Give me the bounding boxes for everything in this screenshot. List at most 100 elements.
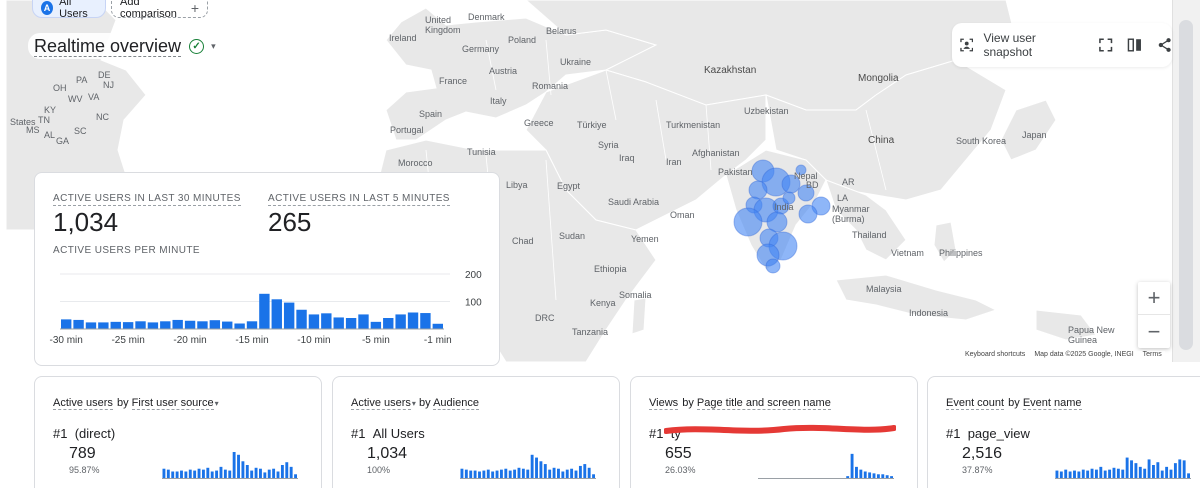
- dimension-caret-icon[interactable]: ▾: [215, 399, 219, 408]
- sparkline-bar: [1130, 460, 1133, 478]
- minute-bar[interactable]: [197, 321, 208, 329]
- scrollbar-thumb[interactable]: [1179, 20, 1193, 350]
- add-comparison-button[interactable]: Add comparison +: [111, 0, 208, 20]
- minute-bar[interactable]: [296, 309, 307, 329]
- sparkline-bar: [1178, 459, 1182, 478]
- top-item: #1 (direct): [53, 426, 115, 441]
- map-label-indonesia: Indonesia: [909, 308, 949, 318]
- metric-selector[interactable]: Active users: [53, 397, 113, 410]
- map-label-iraq: Iraq: [619, 153, 635, 163]
- sparkline-bar: [1099, 466, 1103, 478]
- sparkline-bar: [517, 467, 521, 478]
- share-icon[interactable]: [1157, 37, 1172, 53]
- chevron-down-icon[interactable]: ▾: [211, 41, 216, 52]
- minute-bar[interactable]: [358, 314, 369, 329]
- minute-bar[interactable]: [370, 321, 382, 329]
- minute-bar[interactable]: [383, 318, 394, 329]
- minute-bar[interactable]: [345, 318, 357, 329]
- sparkline-bar: [504, 468, 508, 478]
- sparkline-bar: [1064, 469, 1068, 478]
- map-label-ky: KY: [44, 105, 57, 115]
- x-tick-label: -30 min: [50, 335, 83, 346]
- fullscreen-icon[interactable]: [1098, 37, 1113, 53]
- sparkline-bar: [1077, 471, 1081, 478]
- dimension-selector[interactable]: Page title and screen name: [696, 397, 831, 410]
- map-label-india: India: [774, 202, 794, 212]
- minute-bar[interactable]: [122, 322, 134, 329]
- minute-bar[interactable]: [407, 312, 419, 330]
- rank-number: #1: [649, 426, 664, 441]
- minute-bar[interactable]: [333, 317, 344, 329]
- zoom-in-button[interactable]: +: [1138, 282, 1170, 315]
- view-user-snapshot-button[interactable]: View user snapshot: [960, 31, 1084, 59]
- dimension-selector[interactable]: Audience: [433, 397, 479, 410]
- sparkline-bar: [206, 467, 210, 478]
- map-label-uk: United Kingdom: [425, 15, 461, 35]
- sparkline-bar: [267, 469, 271, 478]
- title-by: by: [116, 397, 129, 409]
- audience-badge: A: [41, 1, 54, 15]
- sparkline-bar: [276, 471, 280, 478]
- sparkline-bar: [464, 469, 468, 478]
- minute-bar[interactable]: [395, 314, 406, 329]
- minute-bar[interactable]: [432, 323, 443, 329]
- sparkline-bar: [513, 469, 517, 478]
- minute-bar[interactable]: [222, 321, 233, 329]
- minute-bar[interactable]: [234, 323, 245, 330]
- sparkline-bar: [1081, 469, 1085, 478]
- zoom-out-button[interactable]: −: [1138, 315, 1170, 348]
- all-users-chip[interactable]: A All Users: [32, 0, 106, 20]
- minute-bar[interactable]: [321, 313, 332, 329]
- minute-bar[interactable]: [259, 293, 270, 329]
- minute-bar[interactable]: [271, 299, 282, 329]
- terms-link[interactable]: Terms: [1143, 351, 1162, 358]
- sparkline-bar: [223, 469, 227, 478]
- keyboard-shortcuts-link[interactable]: Keyboard shortcuts: [965, 351, 1025, 358]
- map-label-va: VA: [88, 92, 100, 102]
- minute-bar[interactable]: [85, 322, 97, 329]
- sparkline-bar: [250, 470, 254, 478]
- sparkline-bar: [285, 462, 289, 478]
- rank-name: (direct): [74, 426, 116, 441]
- metric-selector[interactable]: Views: [649, 397, 679, 410]
- minute-bar[interactable]: [209, 320, 221, 329]
- sparkline-bar: [259, 468, 262, 478]
- compare-icon[interactable]: [1127, 37, 1142, 53]
- minute-bar[interactable]: [61, 319, 72, 329]
- metric-caret-icon[interactable]: ▾: [412, 399, 416, 408]
- minute-bar[interactable]: [420, 313, 431, 329]
- metric-selector[interactable]: Event count: [946, 397, 1005, 410]
- sparkline-bar: [1094, 469, 1098, 478]
- sparkline-bar: [863, 471, 867, 478]
- minute-bar[interactable]: [73, 319, 84, 329]
- minute-bar[interactable]: [246, 321, 258, 329]
- minute-bar[interactable]: [98, 322, 109, 329]
- minute-bar[interactable]: [135, 321, 146, 329]
- map-label-saudi: Saudi Arabia: [608, 197, 660, 207]
- sparkline-bar: [1055, 470, 1059, 478]
- sparkline-bar: [482, 470, 486, 478]
- map-label-sudan: Sudan: [559, 231, 586, 241]
- sparkline-bar: [1116, 468, 1120, 478]
- minute-bar[interactable]: [184, 320, 196, 329]
- sparkline-bar: [254, 467, 258, 478]
- dimension-selector[interactable]: Event name: [1022, 397, 1082, 410]
- minute-bar[interactable]: [283, 302, 295, 329]
- minute-bar[interactable]: [110, 321, 121, 329]
- map-label-ukraine: Ukraine: [560, 57, 592, 67]
- map-label-france: France: [439, 76, 468, 86]
- map-label-sc: SC: [74, 126, 87, 136]
- sparkline-bar: [219, 466, 223, 478]
- minute-bar[interactable]: [160, 321, 171, 329]
- metric-selector[interactable]: Active users: [351, 397, 411, 410]
- dimension-selector[interactable]: First user source: [131, 397, 214, 410]
- minute-bar[interactable]: [147, 322, 159, 329]
- map-label-ga: GA: [56, 136, 70, 146]
- sparkline-bar: [1173, 463, 1177, 478]
- map-label-afghanistan: Afghanistan: [692, 148, 740, 158]
- page-scrollbar[interactable]: [1172, 0, 1200, 362]
- card-title: Active users by First user source▾: [53, 397, 219, 410]
- minute-bar[interactable]: [308, 314, 320, 329]
- minute-bar[interactable]: [172, 319, 183, 329]
- active-users-card: ACTIVE USERS IN LAST 30 MINUTES 1,034 AC…: [34, 172, 500, 366]
